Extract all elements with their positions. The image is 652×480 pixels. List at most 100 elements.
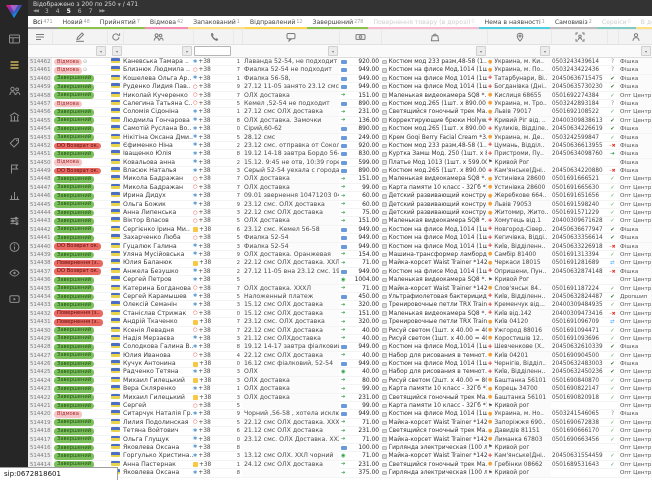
call-status-icon[interactable]: ✱ — [193, 76, 197, 81]
tracking-number[interactable]: 20450634226619 — [551, 125, 607, 133]
sidebar-item-clients[interactable] — [0, 78, 28, 104]
tab-в-дорозі-додому[interactable]: В дорозі додому0 — [636, 16, 652, 29]
order-row[interactable]: 514419ЗавершенийЛилия Подолинская○+38522… — [28, 419, 652, 427]
tracking-number[interactable]: 0501691187224 — [551, 285, 607, 293]
column-source-person-icon[interactable] — [618, 30, 652, 44]
tracking-number[interactable]: 20450636613955 — [551, 142, 607, 150]
tracking-number[interactable]: 0501690666170 — [551, 427, 607, 435]
call-status-icon[interactable]: ✱ — [193, 143, 197, 148]
tracking-number[interactable]: 20450634220880 — [551, 167, 607, 175]
tab-all[interactable]: Всі471 — [28, 16, 58, 29]
order-row[interactable]: 514433ЗавершенийОлексій Семанін✱+38315.1… — [28, 301, 652, 309]
tracking-number[interactable]: 20450636677947 — [551, 226, 607, 234]
call-status-icon[interactable]: ✱ — [193, 370, 197, 375]
operator-badge-icon[interactable] — [193, 362, 198, 367]
tracking-number[interactable]: 20400309473416 — [551, 310, 607, 318]
call-status-icon[interactable]: ✱ — [193, 110, 197, 115]
call-status-icon[interactable]: ✱ — [193, 60, 197, 65]
column-id-list-icon[interactable] — [28, 30, 52, 44]
order-row[interactable]: 514441ЗавершенийЗахарченко Люба○+385Фиал… — [28, 234, 652, 242]
column-status-pencil-icon[interactable] — [52, 30, 107, 44]
order-row[interactable]: 514460ЗавершенийКошелева Ольга Ар..✱+381… — [28, 75, 652, 83]
operator-badge-icon[interactable] — [193, 261, 198, 266]
page-button-5[interactable]: 5 — [67, 8, 71, 16]
order-row[interactable]: 514445ЗавершенийОльга Божик✱+38923.12 см… — [28, 201, 652, 209]
order-row[interactable]: 514425ЗавершенийРадченко Тетяна✱+383ОЛХ◉… — [28, 368, 652, 376]
tab-відмова[interactable]: Відмова42 — [145, 16, 188, 29]
filter-source-dropdown[interactable]: ▾ — [641, 46, 651, 56]
tracking-number[interactable]: 0501691571229 — [551, 209, 607, 217]
tracking-number[interactable] — [551, 159, 607, 167]
tracking-number[interactable]: 0501691651656 — [551, 192, 607, 200]
call-status-icon[interactable]: ✱ — [193, 127, 197, 132]
missed-call-icon[interactable]: ○ — [193, 177, 198, 182]
order-row[interactable]: 514436ЗавершенийСергей Петров✱+385◉1004.… — [28, 276, 652, 284]
column-flag-refresh-icon[interactable] — [107, 30, 123, 44]
tracking-number[interactable]: 20450633226918 — [551, 243, 607, 251]
tracking-number[interactable]: 20400309838613 — [551, 117, 607, 125]
sidebar-item-warehouse[interactable] — [0, 104, 28, 130]
sidebar-item-settings[interactable] — [0, 208, 28, 234]
order-row[interactable]: 514415ЗавершенийГоргулько Христина..✱+38… — [28, 452, 652, 460]
tracking-number[interactable]: 0501691096709 — [551, 318, 607, 326]
page-button-7[interactable]: 7 — [89, 8, 93, 16]
order-row[interactable]: 514450ВідмоваКовальова анна✱+38215.12. 9… — [28, 159, 652, 167]
order-row[interactable]: 514420ВідмоваСитарчук Наталія Гр..✱+389Ч… — [28, 410, 652, 418]
order-row[interactable]: 514448ЗавершенийМикола Бадражан○+387ОЛХ … — [28, 175, 652, 183]
order-row[interactable]: 514413ЗавершенийЯковлева Оксана✱+388➔375… — [28, 469, 652, 477]
call-status-icon[interactable]: ✱ — [193, 303, 197, 308]
tracking-number[interactable]: 0501691281689 — [551, 259, 607, 267]
call-status-icon[interactable]: ✱ — [193, 445, 197, 450]
tracking-number[interactable]: 0501690904500 — [551, 352, 607, 360]
tracking-number[interactable]: 20450636715475 — [551, 75, 607, 83]
order-row[interactable]: 514462Відмова⊙Каневська Тамара ..✱+381Ла… — [28, 58, 652, 66]
tab-відправлений[interactable]: Відправлений12 — [245, 16, 308, 29]
tab-сервіси[interactable]: Сервіси0 — [597, 16, 636, 29]
tracking-number[interactable] — [551, 444, 607, 452]
tracking-number[interactable]: 0501691666521 — [551, 175, 607, 183]
tracking-number[interactable]: 20450632824487 — [551, 293, 607, 301]
order-row[interactable]: 514456ЗавершенийСоломія Сідоніна✱+38127.… — [28, 108, 652, 116]
tracking-number[interactable]: 0501691093696 — [551, 335, 607, 343]
call-status-icon[interactable]: ✱ — [193, 454, 197, 459]
missed-call-icon[interactable]: ○ — [193, 85, 198, 90]
order-row[interactable]: 514417ЗавершенийОльга Глущук✱+38023.12 с… — [28, 436, 652, 444]
tracking-number[interactable]: 0503243422436 — [551, 66, 607, 74]
tracking-number[interactable]: 20450633356614 — [551, 234, 607, 242]
sidebar-item-tags[interactable] — [0, 130, 28, 156]
tracking-number[interactable]: 20450632483003 — [551, 360, 607, 368]
missed-call-icon[interactable]: ○ — [193, 353, 198, 358]
tracking-number[interactable]: 0503241546065 — [551, 410, 607, 418]
order-row[interactable]: 514416ЗавершенийЯковлева Оксана✱+388100.… — [28, 444, 652, 452]
tracking-number[interactable]: 0503242893184 — [551, 100, 607, 108]
tracking-number[interactable]: 20400309671628 — [551, 217, 607, 225]
column-region-pin-icon[interactable] — [487, 30, 551, 44]
sidebar-item-video[interactable] — [0, 286, 28, 312]
last-page-button[interactable]: ▶▶ — [99, 8, 104, 16]
missed-call-icon[interactable]: ○ — [193, 420, 198, 425]
call-status-icon[interactable]: ✱ — [193, 202, 197, 207]
tracking-number[interactable]: 0501691598240 — [551, 201, 607, 209]
order-row[interactable]: 514426ЗавершенийКучук Антонина+38016.12 … — [28, 360, 652, 368]
order-row[interactable]: 514447ЗавершенийМикола Бадражан○+387ОЛХ … — [28, 184, 652, 192]
order-row[interactable]: 514414ЗавершенийАнна Пастернак+38124.12 … — [28, 461, 652, 469]
operator-badge-icon[interactable] — [193, 395, 198, 400]
column-phone-phone-icon[interactable] — [193, 30, 233, 44]
missed-call-icon[interactable]: ○ — [193, 185, 198, 190]
sidebar-item-info[interactable] — [0, 234, 28, 260]
sidebar-item-campaigns[interactable] — [0, 156, 28, 182]
order-row[interactable]: 514422ЗавершенийМихаил Гилецький+383ОЛХ … — [28, 394, 652, 402]
tracking-number[interactable]: 0503242599847 — [551, 134, 607, 142]
sidebar-item-reviews[interactable] — [0, 260, 28, 286]
first-page-button[interactable]: ◀◀ — [33, 8, 38, 16]
order-row[interactable]: 514421ЗавершенийСергей○+38599.00Карта па… — [28, 402, 652, 410]
order-row[interactable]: 514424ЗавершенийМихаил Гилецький+383ОЛХ … — [28, 377, 652, 385]
tracking-number[interactable]: 20450632450236 — [551, 368, 607, 376]
call-status-icon[interactable]: ✱ — [193, 160, 197, 165]
tracking-number[interactable]: 0501691665630 — [551, 184, 607, 192]
tracking-number[interactable]: 0501690820918 — [551, 394, 607, 402]
operator-badge-icon[interactable] — [193, 462, 198, 467]
sidebar-item-dashboard[interactable] — [0, 26, 28, 52]
filter-status-dropdown[interactable]: ▾ — [96, 46, 106, 56]
order-row[interactable]: 514428ЗавершенийСолодкова Галина В..✱+38… — [28, 343, 652, 351]
